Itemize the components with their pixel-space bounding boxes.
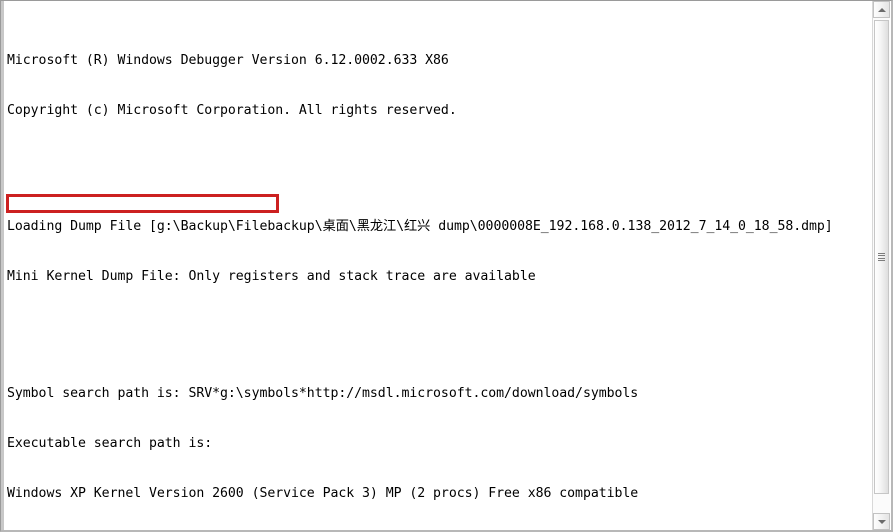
scrollbar-track[interactable] xyxy=(873,18,890,513)
vertical-scrollbar[interactable] xyxy=(872,1,890,530)
debugger-window: Microsoft (R) Windows Debugger Version 6… xyxy=(0,0,893,532)
console-client-area[interactable]: Microsoft (R) Windows Debugger Version 6… xyxy=(1,1,875,530)
console-output-text[interactable]: Microsoft (R) Windows Debugger Version 6… xyxy=(7,3,873,530)
output-line-loading-dump: Loading Dump File [g:\Backup\Filebackup\… xyxy=(7,219,873,236)
output-line-version: Microsoft (R) Windows Debugger Version 6… xyxy=(7,52,449,68)
grip-lines-icon xyxy=(878,252,885,262)
scroll-down-button[interactable] xyxy=(873,513,890,530)
output-line-symbol-path: Symbol search path is: SRV*g:\symbols*ht… xyxy=(7,386,639,401)
output-blank-line xyxy=(7,153,873,170)
output-line-exec-path: Executable search path is: xyxy=(7,435,221,451)
output-line-windows-version: Windows XP Kernel Version 2600 (Service … xyxy=(7,485,639,501)
output-line-mini-kernel: Mini Kernel Dump File: Only registers an… xyxy=(7,269,536,285)
arrow-down-icon xyxy=(877,519,886,524)
output-blank-line xyxy=(7,319,873,336)
output-line-copyright: Copyright (c) Microsoft Corporation. All… xyxy=(7,102,457,118)
scrollbar-thumb[interactable] xyxy=(874,20,889,494)
dump-path-text: Loading Dump File [g:\Backup\Filebackup\… xyxy=(7,219,833,235)
arrow-up-icon xyxy=(877,7,886,12)
scroll-up-button[interactable] xyxy=(873,1,890,18)
